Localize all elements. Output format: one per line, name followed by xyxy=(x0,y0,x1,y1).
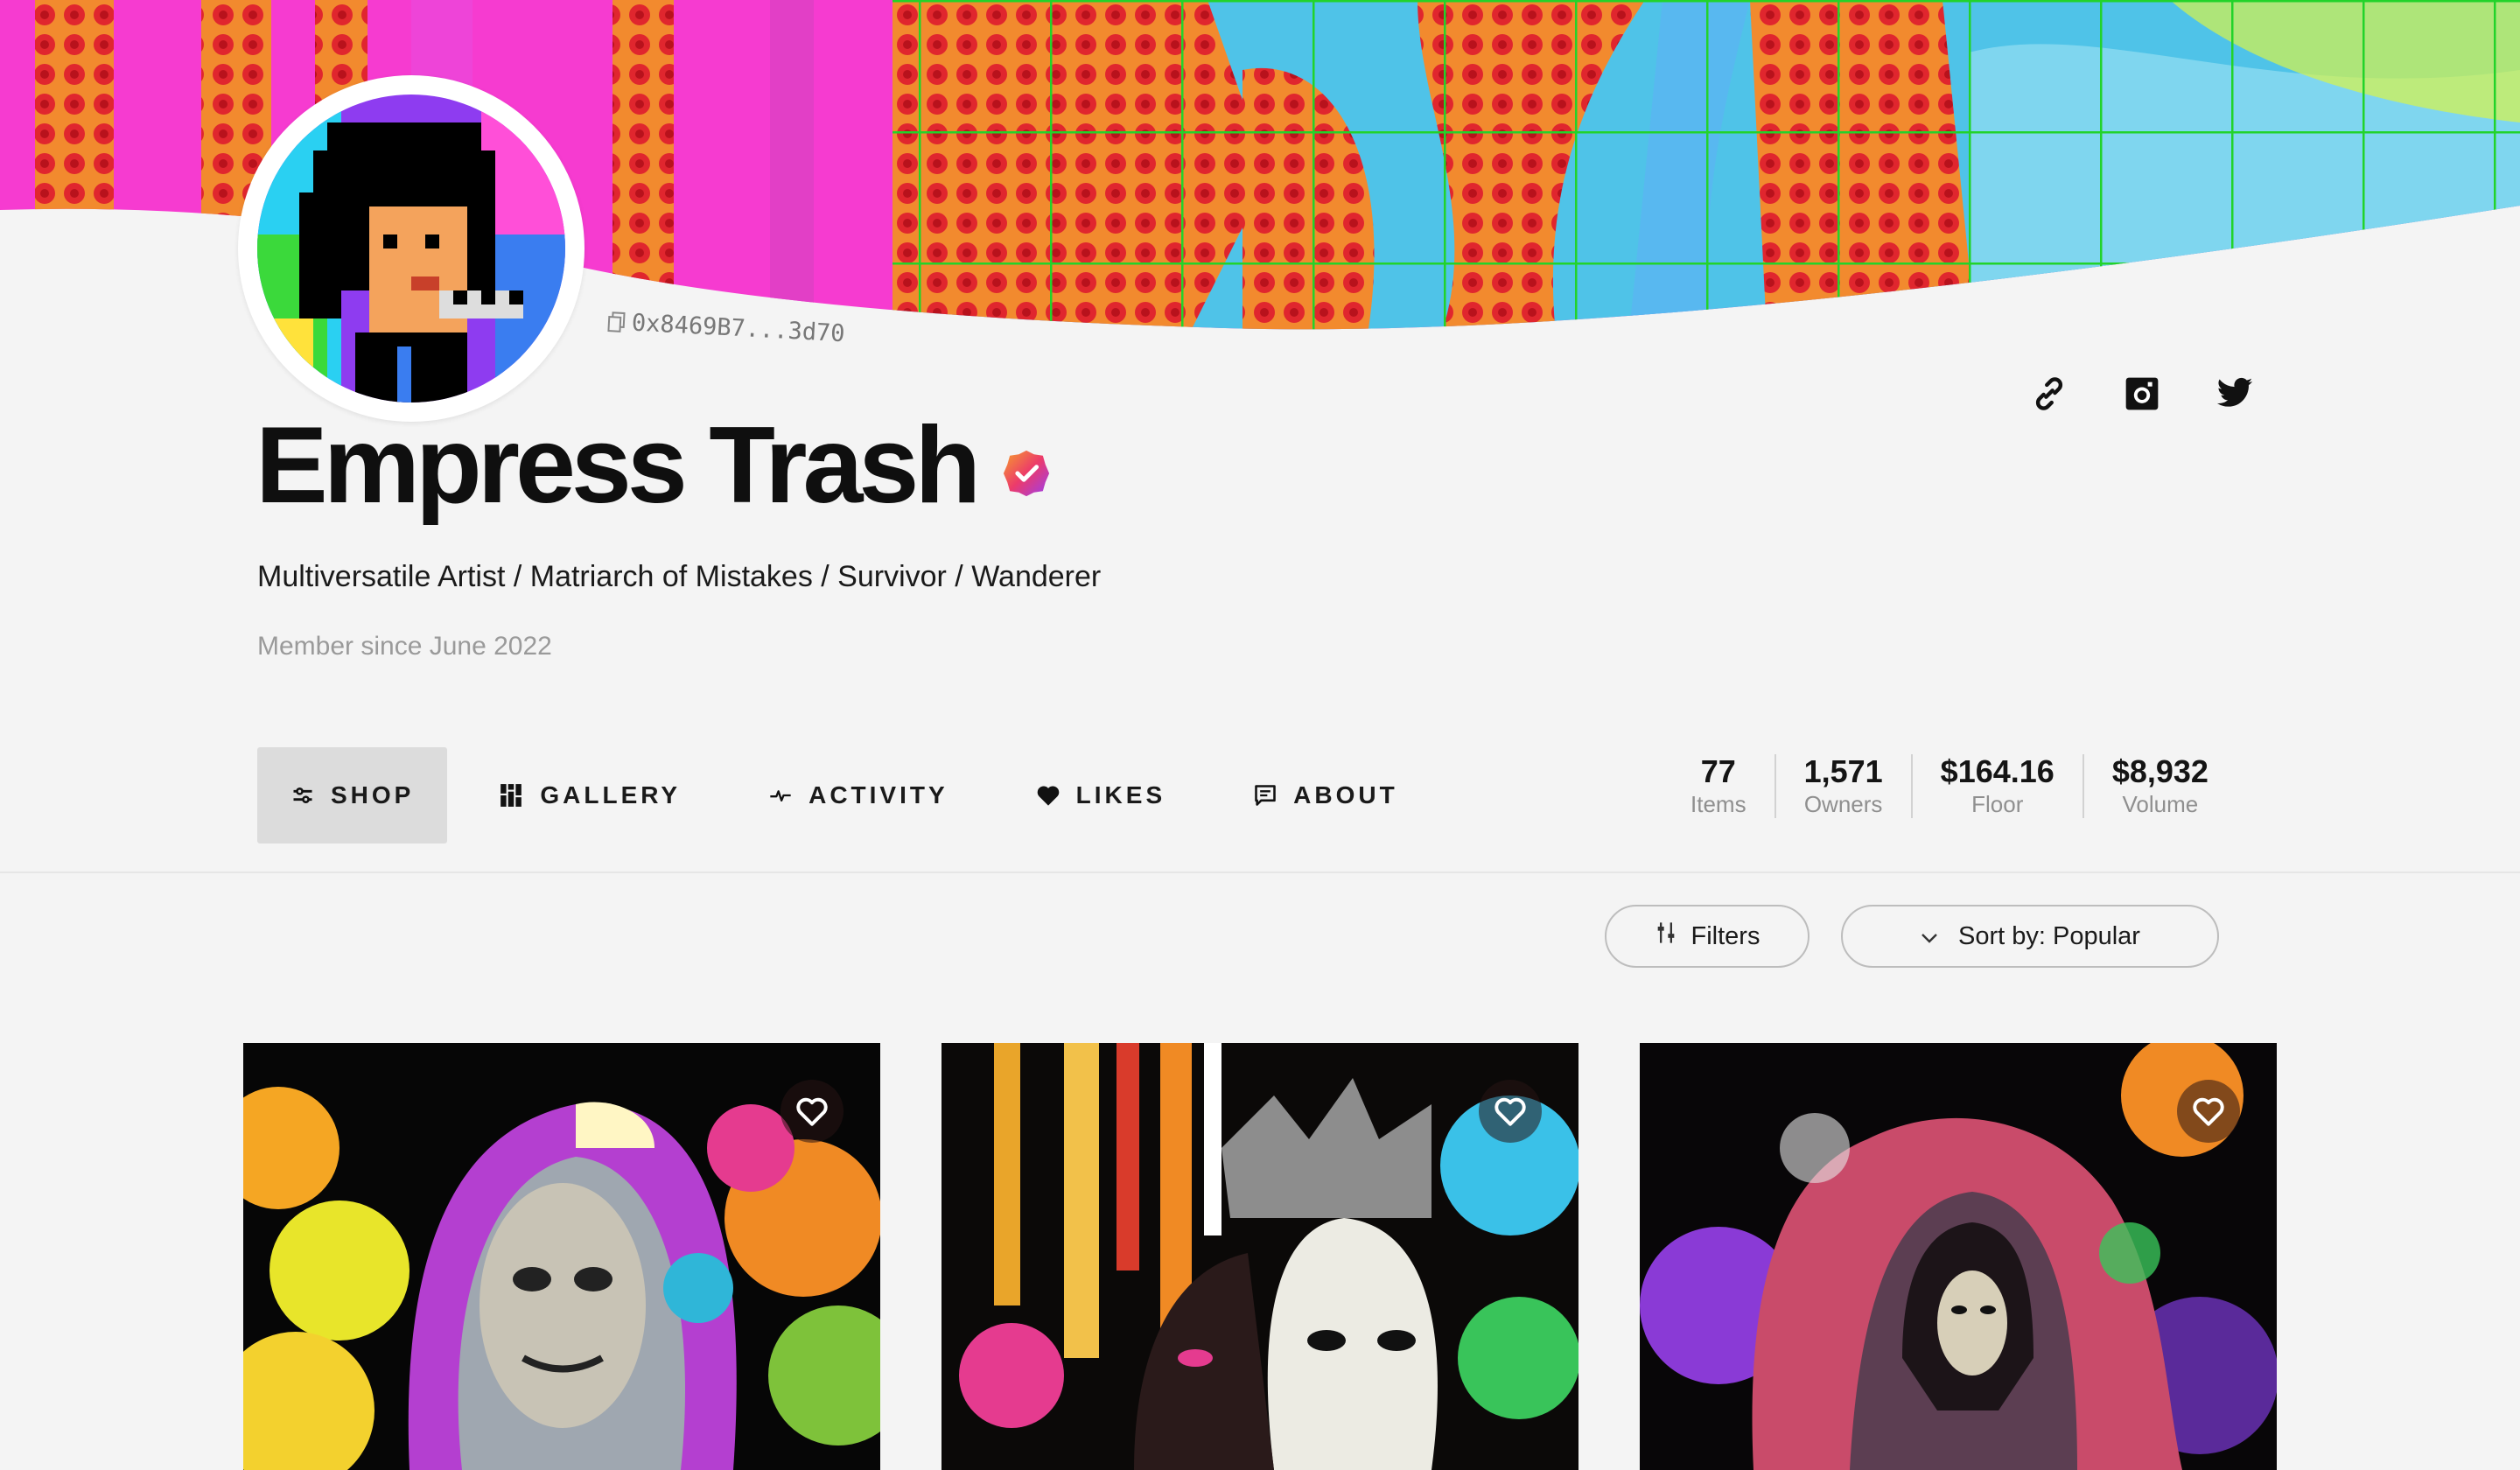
twitter-icon[interactable] xyxy=(2216,374,2254,413)
tab-label: GALLERY xyxy=(540,781,682,808)
instagram-icon[interactable] xyxy=(2123,374,2161,413)
profile-bio: Multiversatile Artist / Matriarch of Mis… xyxy=(257,560,1102,593)
tab-label: ACTIVITY xyxy=(808,781,948,808)
filters-label: Filters xyxy=(1690,921,1760,950)
stat-floor: $164.16 Floor xyxy=(1910,753,2082,818)
social-links xyxy=(2030,374,2254,413)
tab-activity[interactable]: ACTIVITY xyxy=(733,747,984,844)
stat-owners: 1,571 Owners xyxy=(1774,754,1911,818)
grid-icon xyxy=(500,783,524,808)
filter-sliders-icon xyxy=(1655,920,1677,952)
stat-value: 77 xyxy=(1700,753,1736,789)
section-divider xyxy=(0,872,2520,873)
like-button[interactable] xyxy=(780,1080,844,1143)
heart-outline-icon xyxy=(2193,1097,2224,1126)
sort-label: Sort by: Popular xyxy=(1958,921,2140,950)
stat-value: $164.16 xyxy=(1940,753,2054,789)
stat-value: 1,571 xyxy=(1803,753,1883,789)
profile-name: Empress Trash xyxy=(256,405,981,526)
stat-label: Owners xyxy=(1803,790,1883,817)
message-icon xyxy=(1253,783,1278,808)
verified-badge-icon xyxy=(1001,448,1052,499)
like-button[interactable] xyxy=(2177,1080,2240,1143)
tab-label: ABOUT xyxy=(1293,781,1398,808)
stat-label: Items xyxy=(1690,790,1746,817)
stat-volume: $8,932 Volume xyxy=(2082,754,2236,818)
nft-card[interactable] xyxy=(243,1043,880,1470)
tab-shop[interactable]: SHOP xyxy=(257,747,448,844)
chevron-down-icon xyxy=(1920,922,1939,951)
copy-icon[interactable] xyxy=(606,311,626,334)
stat-label: Volume xyxy=(2122,790,2199,817)
member-since: Member since June 2022 xyxy=(257,632,552,661)
pulse-icon xyxy=(768,783,793,808)
profile-name-row: Empress Trash xyxy=(256,411,1052,520)
tab-label: SHOP xyxy=(331,781,415,808)
profile-avatar xyxy=(238,75,584,422)
heart-outline-icon xyxy=(1494,1097,1526,1126)
collection-stats: 77 Items 1,571 Owners $164.16 Floor $8,9… xyxy=(1662,754,2236,818)
nft-card[interactable] xyxy=(1640,1043,2277,1470)
tab-likes[interactable]: LIKES xyxy=(1001,747,1200,844)
tab-about[interactable]: ABOUT xyxy=(1218,747,1433,844)
like-button[interactable] xyxy=(1479,1080,1542,1143)
stat-value: $8,932 xyxy=(2111,753,2208,789)
stat-label: Floor xyxy=(1971,790,2024,817)
tab-gallery[interactable]: GALLERY xyxy=(465,747,716,844)
nft-card[interactable] xyxy=(942,1043,1578,1470)
sort-dropdown[interactable]: Sort by: Popular xyxy=(1841,905,2219,968)
sliders-icon xyxy=(290,783,315,808)
heart-outline-icon xyxy=(796,1097,828,1126)
heart-icon xyxy=(1036,783,1060,808)
link-icon[interactable] xyxy=(2030,374,2068,413)
stat-items: 77 Items xyxy=(1662,754,1774,818)
tab-label: LIKES xyxy=(1075,781,1166,808)
profile-tabs: SHOP GALLERY ACTIVITY LIKES ABOUT xyxy=(257,747,1433,844)
filters-button[interactable]: Filters xyxy=(1605,905,1810,968)
